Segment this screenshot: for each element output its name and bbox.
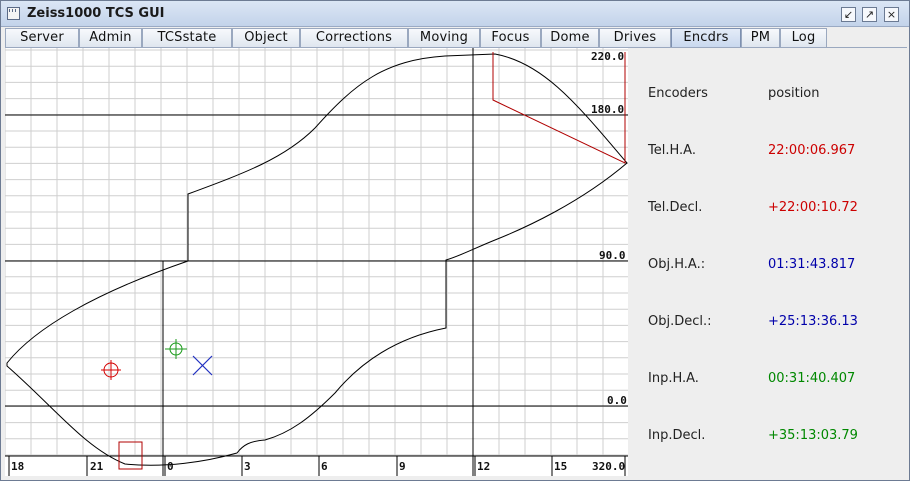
encoder-label: Tel.H.A. (648, 143, 696, 158)
minimize-icon[interactable]: ↙ (841, 7, 856, 22)
x-label-6: 6 (321, 460, 328, 473)
tab-drives[interactable]: Drives (599, 28, 671, 47)
plot-grid (5, 48, 628, 456)
x-label-9: 9 (399, 460, 406, 473)
tab-log[interactable]: Log (780, 28, 827, 47)
encoder-row-tel-ha: Tel.H.A. 22:00:06.967 (628, 143, 907, 161)
tab-server[interactable]: Server (5, 28, 79, 47)
position-plot[interactable]: 220.0 180.0 90.0 0.0 18 21 0 3 6 9 12 15… (5, 48, 628, 476)
app-icon (7, 7, 20, 20)
encoder-row-obj-ha: Obj.H.A.: 01:31:43.817 (628, 257, 907, 275)
y-label-220: 220.0 (591, 50, 624, 63)
encoder-value: +35:13:03.79 (768, 428, 858, 443)
encoder-label: Tel.Decl. (648, 200, 703, 215)
encoder-label: Obj.Decl.: (648, 314, 712, 329)
encoders-header-name: Encoders (648, 86, 708, 101)
y-label-180: 180.0 (591, 103, 624, 116)
tab-tcsstate[interactable]: TCSstate (142, 28, 232, 47)
encoder-value: 22:00:06.967 (768, 143, 856, 158)
encoder-row-tel-decl: Tel.Decl. +22:00:10.72 (628, 200, 907, 218)
y-label-90: 90.0 (599, 249, 626, 262)
encoder-label: Inp.H.A. (648, 371, 699, 386)
encoders-panel: Encoders position Tel.H.A. 22:00:06.967 … (628, 48, 907, 476)
encoder-value: 00:31:40.407 (768, 371, 856, 386)
encoders-header-position: position (768, 86, 820, 101)
x-label-21: 21 (90, 460, 104, 473)
input-cross-icon (192, 355, 213, 376)
maximize-icon[interactable]: ↗ (862, 7, 877, 22)
app-window: Zeiss1000 TCS GUI ↙ ↗ × Server Admin TCS… (0, 0, 910, 481)
encoders-header: Encoders position (628, 86, 907, 104)
y-label-0: 0.0 (607, 394, 627, 407)
x-axis-labels: 18 21 0 3 6 9 12 15 320.0 (11, 460, 625, 473)
tab-focus[interactable]: Focus (480, 28, 541, 47)
encoders-tab-content: 220.0 180.0 90.0 0.0 18 21 0 3 6 9 12 15… (5, 47, 907, 477)
tab-encdrs[interactable]: Encdrs (671, 28, 741, 47)
encoder-row-inp-decl: Inp.Decl. +35:13:03.79 (628, 428, 907, 446)
position-plot-svg: 220.0 180.0 90.0 0.0 18 21 0 3 6 9 12 15… (5, 48, 628, 476)
x-label-3: 3 (244, 460, 251, 473)
encoder-value: +25:13:36.13 (768, 314, 858, 329)
x-label-15: 15 (554, 460, 567, 473)
encoder-label: Obj.H.A.: (648, 257, 706, 272)
encoder-row-obj-decl: Obj.Decl.: +25:13:36.13 (628, 314, 907, 332)
x-label-320: 320.0 (592, 460, 625, 473)
tab-corrections[interactable]: Corrections (300, 28, 408, 47)
close-icon[interactable]: × (884, 7, 899, 22)
x-label-12: 12 (477, 460, 490, 473)
window-title: Zeiss1000 TCS GUI (27, 6, 165, 21)
tab-dome[interactable]: Dome (541, 28, 599, 47)
tab-moving[interactable]: Moving (408, 28, 480, 47)
tab-object[interactable]: Object (232, 28, 300, 47)
tab-admin[interactable]: Admin (79, 28, 142, 47)
encoder-label: Inp.Decl. (648, 428, 706, 443)
encoder-value: 01:31:43.817 (768, 257, 856, 272)
tab-bar: Server Admin TCSstate Object Corrections… (5, 28, 907, 47)
x-label-0: 0 (167, 460, 174, 473)
title-bar[interactable]: Zeiss1000 TCS GUI ↙ ↗ × (1, 1, 909, 27)
tab-pm[interactable]: PM (741, 28, 780, 47)
telescope-crosshair-icon (101, 360, 121, 380)
x-label-18: 18 (11, 460, 24, 473)
encoder-row-inp-ha: Inp.H.A. 00:31:40.407 (628, 371, 907, 389)
encoder-value: +22:00:10.72 (768, 200, 858, 215)
